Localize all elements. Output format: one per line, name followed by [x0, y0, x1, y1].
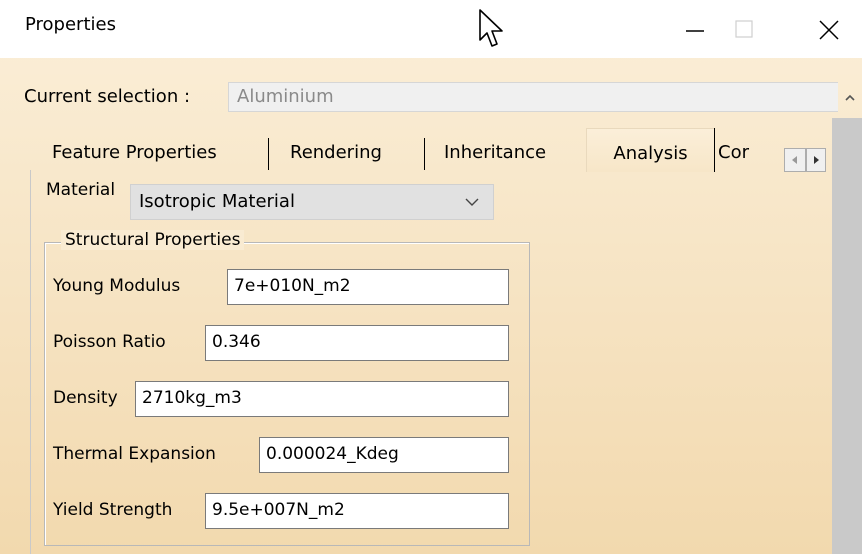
material-label: Material [46, 180, 116, 200]
maximize-button[interactable] [720, 0, 780, 58]
tab-separator [424, 138, 425, 170]
close-button[interactable] [800, 0, 860, 58]
structural-properties-group: Structural Properties Young Modulus 7e+0… [44, 230, 530, 546]
properties-window: Properties Current selection : Aluminium [0, 0, 862, 554]
current-selection-label: Current selection : [24, 86, 191, 107]
title-bar[interactable]: Properties [0, 0, 862, 58]
poisson-ratio-field[interactable]: 0.346 [205, 325, 509, 361]
young-modulus-row: Young Modulus 7e+010N_m2 [53, 269, 521, 305]
yield-strength-row: Yield Strength 9.5e+007N_m2 [53, 493, 521, 529]
close-icon [819, 20, 839, 40]
tab-label: Feature Properties [52, 142, 217, 163]
chevron-down-icon [465, 198, 479, 206]
dialog-content: Current selection : Aluminium Feature Pr… [0, 58, 862, 554]
young-modulus-field[interactable]: 7e+010N_m2 [227, 269, 509, 305]
thermal-expansion-label: Thermal Expansion [53, 444, 216, 464]
tab-feature-properties[interactable]: Feature Properties [52, 136, 264, 170]
panel-border [30, 170, 31, 554]
density-label: Density [53, 388, 118, 408]
tab-label: Cor [718, 142, 749, 163]
young-modulus-label: Young Modulus [53, 276, 181, 296]
tab-rendering[interactable]: Rendering [290, 136, 420, 170]
scroll-up-button[interactable] [838, 74, 862, 114]
window-title: Properties [25, 14, 116, 35]
vertical-scrollbar[interactable] [832, 118, 862, 554]
tab-scroll-left-button[interactable] [784, 148, 806, 172]
tab-inheritance[interactable]: Inheritance [444, 136, 584, 170]
tab-label: Inheritance [444, 142, 547, 163]
tab-label: Rendering [290, 142, 382, 163]
density-row: Density 2710kg_m3 [53, 381, 521, 417]
tab-analysis[interactable]: Analysis [586, 128, 714, 172]
group-title: Structural Properties [61, 230, 245, 250]
poisson-ratio-label: Poisson Ratio [53, 332, 166, 352]
density-field[interactable]: 2710kg_m3 [135, 381, 509, 417]
current-selection-field: Aluminium [228, 82, 838, 112]
thermal-expansion-field[interactable]: 0.000024_Kdeg [259, 437, 509, 473]
mouse-cursor-icon [479, 9, 503, 47]
tab-scroll-right-button[interactable] [806, 148, 826, 172]
tab-partial[interactable]: Cor [718, 136, 758, 170]
tab-label: Analysis [613, 143, 688, 164]
material-dropdown-value: Isotropic Material [139, 191, 295, 212]
analysis-panel: Material Isotropic Material Structural P… [30, 170, 832, 554]
yield-strength-label: Yield Strength [53, 500, 173, 520]
poisson-ratio-row: Poisson Ratio 0.346 [53, 325, 521, 361]
yield-strength-field[interactable]: 9.5e+007N_m2 [205, 493, 509, 529]
maximize-icon [735, 20, 753, 38]
thermal-expansion-row: Thermal Expansion 0.000024_Kdeg [53, 437, 521, 473]
tab-scroll-left-icon [792, 156, 797, 164]
tab-separator [714, 128, 715, 172]
material-dropdown[interactable]: Isotropic Material [130, 184, 494, 220]
scroll-up-icon [845, 94, 855, 101]
tab-separator [268, 138, 269, 170]
tab-scroll-right-icon [814, 156, 819, 164]
